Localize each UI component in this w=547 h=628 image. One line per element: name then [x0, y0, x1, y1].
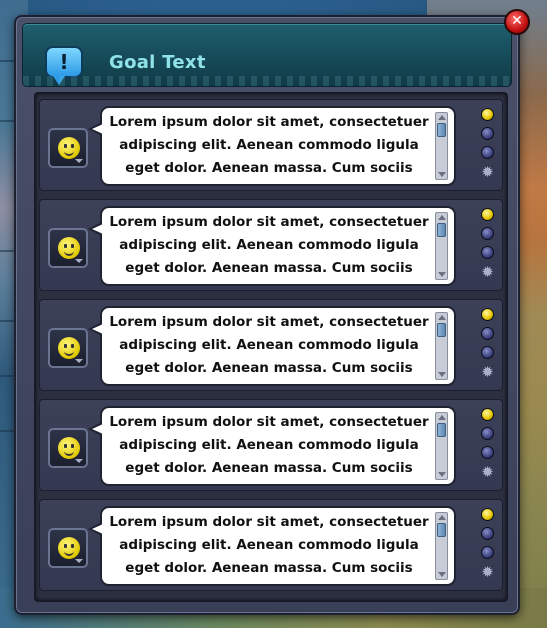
blue-dot-button[interactable] — [481, 446, 494, 459]
goal-row: Lorem ipsum dolor sit amet, consectetuer… — [39, 499, 503, 591]
goal-list[interactable]: Lorem ipsum dolor sit amet, consectetuer… — [34, 92, 508, 602]
scroll-thumb[interactable] — [437, 323, 446, 337]
goal-text-scrollbar[interactable] — [435, 412, 448, 480]
scroll-up-icon[interactable] — [438, 415, 446, 420]
goal-side-controls: ✹ — [480, 306, 496, 386]
blue-dot-button[interactable] — [481, 227, 494, 240]
scroll-down-icon[interactable] — [438, 372, 446, 377]
dropdown-caret-icon — [75, 359, 83, 363]
scroll-thumb[interactable] — [437, 123, 446, 137]
gear-icon[interactable]: ✹ — [480, 265, 495, 280]
goal-text: Lorem ipsum dolor sit amet, consectetuer… — [109, 114, 429, 176]
goal-row: Lorem ipsum dolor sit amet, consectetuer… — [39, 199, 503, 291]
goal-row: Lorem ipsum dolor sit amet, consectetuer… — [39, 399, 503, 491]
smiley-face-icon — [58, 337, 80, 359]
blue-dot-button[interactable] — [481, 527, 494, 540]
gear-icon[interactable]: ✹ — [480, 365, 495, 380]
goal-text-bubble[interactable]: Lorem ipsum dolor sit amet, consectetuer… — [88, 506, 456, 586]
scroll-up-icon[interactable] — [438, 515, 446, 520]
goal-text: Lorem ipsum dolor sit amet, consectetuer… — [109, 514, 429, 576]
avatar-button[interactable] — [48, 528, 88, 568]
avatar-button[interactable] — [48, 128, 88, 168]
goal-text: Lorem ipsum dolor sit amet, consectetuer… — [109, 214, 429, 276]
dropdown-caret-icon — [75, 159, 83, 163]
yellow-dot-button[interactable] — [481, 508, 494, 521]
goal-row: Lorem ipsum dolor sit amet, consectetuer… — [39, 99, 503, 191]
scroll-thumb[interactable] — [437, 223, 446, 237]
goal-text-scrollbar[interactable] — [435, 212, 448, 280]
goal-side-controls: ✹ — [480, 506, 496, 586]
goal-text-scrollbar[interactable] — [435, 312, 448, 380]
dropdown-caret-icon — [75, 559, 83, 563]
goal-text-bubble[interactable]: Lorem ipsum dolor sit amet, consectetuer… — [88, 206, 456, 286]
blue-dot-button[interactable] — [481, 346, 494, 359]
titlebar: ! Goal Text — [22, 23, 512, 87]
goal-text-window: ! Goal Text ✕ Lorem ipsum dolor sit amet… — [14, 9, 530, 615]
dropdown-caret-icon — [75, 259, 83, 263]
avatar-button[interactable] — [48, 428, 88, 468]
smiley-face-icon — [58, 537, 80, 559]
blue-dot-button[interactable] — [481, 246, 494, 259]
scroll-down-icon[interactable] — [438, 272, 446, 277]
yellow-dot-button[interactable] — [481, 308, 494, 321]
scroll-down-icon[interactable] — [438, 172, 446, 177]
goal-row: Lorem ipsum dolor sit amet, consectetuer… — [39, 299, 503, 391]
goal-side-controls: ✹ — [480, 106, 496, 186]
close-button[interactable]: ✕ — [504, 9, 530, 35]
yellow-dot-button[interactable] — [481, 108, 494, 121]
gear-icon[interactable]: ✹ — [480, 165, 495, 180]
dropdown-caret-icon — [75, 459, 83, 463]
blue-dot-button[interactable] — [481, 427, 494, 440]
blue-dot-button[interactable] — [481, 146, 494, 159]
gear-icon[interactable]: ✹ — [480, 565, 495, 580]
window-title: Goal Text — [109, 52, 206, 73]
avatar-button[interactable] — [48, 328, 88, 368]
avatar-button[interactable] — [48, 228, 88, 268]
scroll-thumb[interactable] — [437, 523, 446, 537]
scroll-thumb[interactable] — [437, 423, 446, 437]
speech-bubble-alert-icon: ! — [45, 46, 83, 85]
goal-side-controls: ✹ — [480, 406, 496, 486]
scroll-down-icon[interactable] — [438, 572, 446, 577]
gear-icon[interactable]: ✹ — [480, 465, 495, 480]
scroll-up-icon[interactable] — [438, 215, 446, 220]
goal-text: Lorem ipsum dolor sit amet, consectetuer… — [109, 414, 429, 476]
scroll-down-icon[interactable] — [438, 472, 446, 477]
goal-text-bubble[interactable]: Lorem ipsum dolor sit amet, consectetuer… — [88, 406, 456, 486]
goal-text-bubble[interactable]: Lorem ipsum dolor sit amet, consectetuer… — [88, 106, 456, 186]
scroll-up-icon[interactable] — [438, 115, 446, 120]
goal-text: Lorem ipsum dolor sit amet, consectetuer… — [109, 314, 429, 376]
smiley-face-icon — [58, 437, 80, 459]
smiley-face-icon — [58, 137, 80, 159]
blue-dot-button[interactable] — [481, 127, 494, 140]
scroll-up-icon[interactable] — [438, 315, 446, 320]
goal-text-bubble[interactable]: Lorem ipsum dolor sit amet, consectetuer… — [88, 306, 456, 386]
yellow-dot-button[interactable] — [481, 408, 494, 421]
goal-side-controls: ✹ — [480, 206, 496, 286]
blue-dot-button[interactable] — [481, 546, 494, 559]
yellow-dot-button[interactable] — [481, 208, 494, 221]
goal-text-scrollbar[interactable] — [435, 512, 448, 580]
smiley-face-icon — [58, 237, 80, 259]
blue-dot-button[interactable] — [481, 327, 494, 340]
goal-text-scrollbar[interactable] — [435, 112, 448, 180]
